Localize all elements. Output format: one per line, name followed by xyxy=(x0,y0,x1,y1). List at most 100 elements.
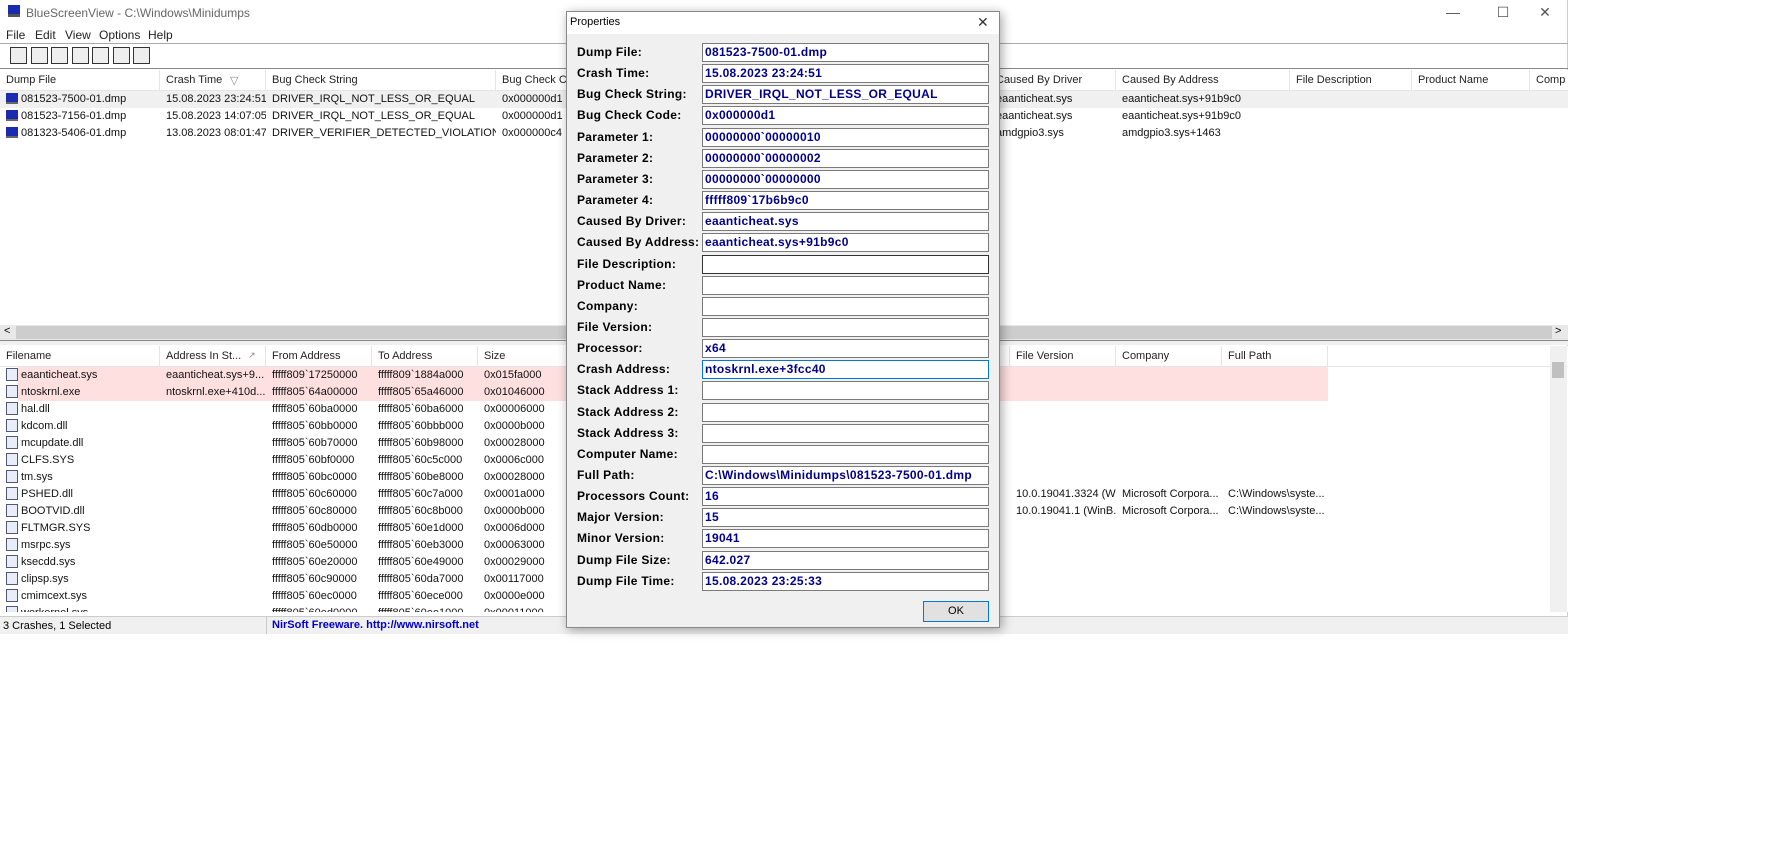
field-value[interactable]: 15.08.2023 23:25:33 xyxy=(702,571,989,591)
cell: mcupdate.dll xyxy=(0,435,160,452)
ok-button[interactable]: OK xyxy=(923,601,989,622)
refresh-icon[interactable] xyxy=(51,47,68,64)
menu-view[interactable]: View xyxy=(65,28,91,42)
cell: fffff805`60bf0000 xyxy=(266,452,372,469)
field-value[interactable]: 16 xyxy=(702,487,989,507)
menu-help[interactable]: Help xyxy=(148,28,173,42)
field-value[interactable] xyxy=(702,402,989,422)
field-value[interactable] xyxy=(702,296,989,316)
maximize-button[interactable]: ☐ xyxy=(1480,0,1526,24)
column-header[interactable]: Dump File xyxy=(0,70,160,91)
scroll-left-icon[interactable]: < xyxy=(4,325,10,337)
field-value[interactable]: 19041 xyxy=(702,529,989,549)
vertical-scrollbar[interactable] xyxy=(1550,346,1567,612)
column-header[interactable]: Caused By Address xyxy=(1116,70,1290,91)
field-value[interactable]: 15.08.2023 23:24:51 xyxy=(702,64,989,84)
menu-edit[interactable]: Edit xyxy=(35,28,56,42)
scroll-right-icon[interactable]: > xyxy=(1555,325,1561,337)
column-header[interactable]: To Address xyxy=(372,346,478,367)
cell xyxy=(160,435,266,452)
cell: fffff805`60c7a000 xyxy=(372,486,478,503)
field-label: Stack Address 2: xyxy=(577,404,679,419)
minimize-button[interactable]: — xyxy=(1430,0,1476,24)
field-value[interactable] xyxy=(702,317,989,337)
column-header[interactable]: Crash Time xyxy=(160,70,266,91)
cell xyxy=(160,605,266,612)
field-value[interactable]: 081523-7500-01.dmp xyxy=(702,43,989,62)
cell xyxy=(1010,418,1116,435)
cell: 081523-7500-01.dmp xyxy=(0,91,160,108)
cell-text: 081323-5406-01.dmp xyxy=(21,127,127,139)
cell xyxy=(1116,537,1222,554)
save-icon[interactable] xyxy=(30,47,48,64)
field-value[interactable]: 15 xyxy=(702,508,989,528)
field-value[interactable] xyxy=(702,381,989,401)
column-header[interactable]: Caused By Driver xyxy=(990,70,1116,91)
column-header[interactable]: File Version xyxy=(1010,346,1116,367)
column-header[interactable]: Comp xyxy=(1530,70,1568,91)
driver-file-icon xyxy=(6,555,18,568)
field-value[interactable]: ntoskrnl.exe+3fcc40 xyxy=(702,360,989,380)
column-header[interactable]: Full Path xyxy=(1222,346,1328,367)
copy-icon[interactable] xyxy=(71,47,89,64)
field-value[interactable]: x64 xyxy=(702,339,989,359)
cell xyxy=(1116,384,1222,401)
cell: amdgpio3.sys+1463 xyxy=(1116,125,1290,142)
field-value[interactable] xyxy=(702,254,989,274)
menu-file[interactable]: File xyxy=(6,28,25,42)
driver-file-icon xyxy=(6,487,18,500)
field-value[interactable]: 00000000`00000010 xyxy=(702,127,989,147)
field-label: Computer Name: xyxy=(577,446,678,461)
field-value[interactable]: 642.027 xyxy=(702,550,989,570)
field-value[interactable]: 00000000`00000000 xyxy=(702,169,989,189)
field-value[interactable]: fffff809`17b6b9c0 xyxy=(702,191,989,211)
cell-text: fffff805`60b70000 xyxy=(272,437,358,449)
nirsoft-link[interactable]: NirSoft Freeware. http://www.nirsoft.net xyxy=(272,619,479,631)
field-value[interactable] xyxy=(702,444,989,464)
scroll-thumb[interactable] xyxy=(1552,362,1564,378)
cell xyxy=(1010,452,1116,469)
driver-file-icon xyxy=(6,589,18,602)
cell xyxy=(160,401,266,418)
advanced-options-icon[interactable] xyxy=(92,47,109,64)
field-value[interactable] xyxy=(702,275,989,295)
column-header[interactable]: File Description xyxy=(1290,70,1412,91)
cell xyxy=(1010,605,1116,612)
menu-options[interactable]: Options xyxy=(99,28,140,42)
cell: fffff805`60ed0000 xyxy=(266,605,372,612)
field-value[interactable]: 00000000`00000002 xyxy=(702,148,989,168)
dialog-close-button[interactable]: ✕ xyxy=(977,14,989,31)
field-value[interactable]: C:\Windows\Minidumps\081523-7500-01.dmp xyxy=(702,466,989,485)
close-button[interactable]: ✕ xyxy=(1522,0,1568,24)
column-header[interactable]: Filename xyxy=(0,346,160,367)
column-header[interactable]: From Address xyxy=(266,346,372,367)
cell xyxy=(1010,469,1116,486)
field-value[interactable]: eaanticheat.sys xyxy=(702,212,989,232)
cell-text: 0x000000d1 xyxy=(502,93,563,105)
cell: fffff805`60b98000 xyxy=(372,435,478,452)
cell-text: 081523-7500-01.dmp xyxy=(21,93,127,105)
exit-icon[interactable] xyxy=(133,47,150,64)
field-value[interactable] xyxy=(702,423,989,443)
cell xyxy=(1116,401,1222,418)
properties-icon[interactable] xyxy=(10,47,27,64)
field-value[interactable]: 0x000000d1 xyxy=(702,106,989,126)
field-value[interactable]: eaanticheat.sys+91b9c0 xyxy=(702,233,989,253)
cell: fffff805`60c80000 xyxy=(266,503,372,520)
field-label: Crash Time: xyxy=(577,66,650,81)
cell-text: 0x00063000 xyxy=(484,539,545,551)
cell: fffff805`60e49000 xyxy=(372,554,478,571)
column-header[interactable]: Company xyxy=(1116,346,1222,367)
field-value[interactable]: DRIVER_IRQL_NOT_LESS_OR_EQUAL xyxy=(702,85,989,105)
cell-text: fffff805`60ee1000 xyxy=(378,607,463,612)
column-header[interactable]: Bug Check String xyxy=(266,70,496,91)
cell-text: 0x00028000 xyxy=(484,437,545,449)
column-header[interactable]: Product Name xyxy=(1412,70,1530,91)
cell-text: ksecdd.sys xyxy=(21,556,76,568)
cell-text: 0x015fa000 xyxy=(484,369,542,381)
cell: fffff805`60ee1000 xyxy=(372,605,478,612)
cell: C:\Windows\syste... xyxy=(1222,503,1328,520)
cell-text: 0x00011000 xyxy=(484,607,544,612)
find-icon[interactable] xyxy=(112,47,130,64)
cell xyxy=(1010,588,1116,605)
